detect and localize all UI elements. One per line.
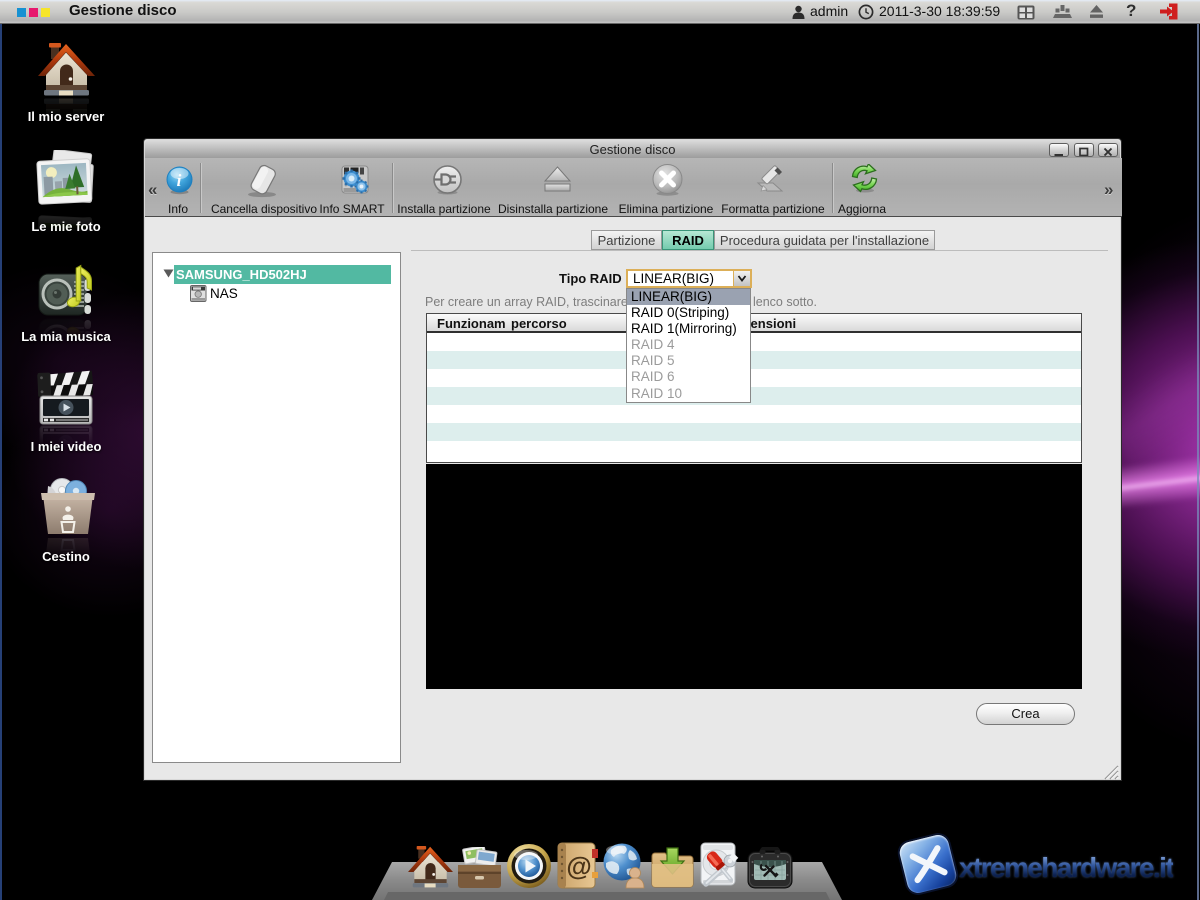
svg-text:@: @ xyxy=(566,851,591,881)
svg-text:i: i xyxy=(177,171,182,190)
